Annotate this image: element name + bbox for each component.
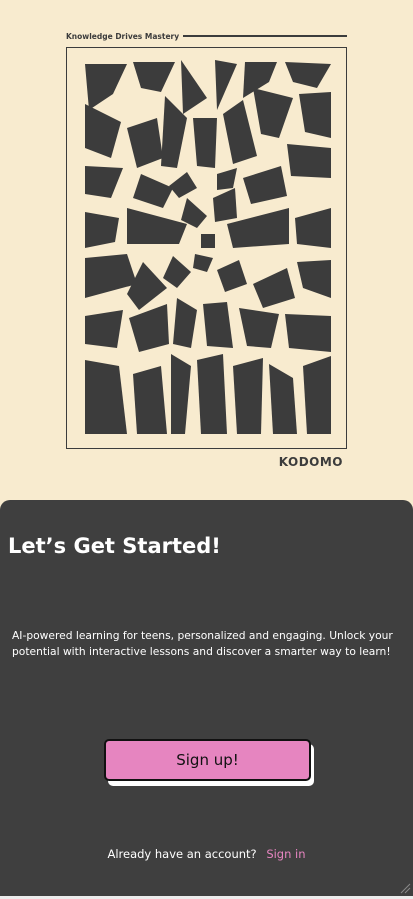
poster-artwork: [66, 47, 347, 449]
poster-header: Knowledge Drives Mastery: [66, 30, 347, 42]
resize-grip-icon[interactable]: [399, 882, 411, 894]
signup-button[interactable]: Sign up!: [104, 739, 311, 781]
welcome-title: Let’s Get Started!: [8, 534, 221, 558]
signup-button-wrapper: Sign up!: [104, 739, 314, 786]
brand-logo: KODOMO: [278, 455, 343, 469]
welcome-description: AI-powered learning for teens, personali…: [12, 629, 393, 658]
tagline-divider: [183, 35, 347, 37]
account-prompt: Already have an account?: [107, 847, 257, 861]
op-art-pattern-icon: [85, 60, 331, 434]
signin-row: Already have an account? Sign in: [0, 847, 413, 861]
signin-link[interactable]: Sign in: [266, 847, 305, 861]
welcome-card: Let’s Get Started! AI-powered learning f…: [0, 500, 413, 896]
poster-tagline: Knowledge Drives Mastery: [66, 31, 180, 41]
